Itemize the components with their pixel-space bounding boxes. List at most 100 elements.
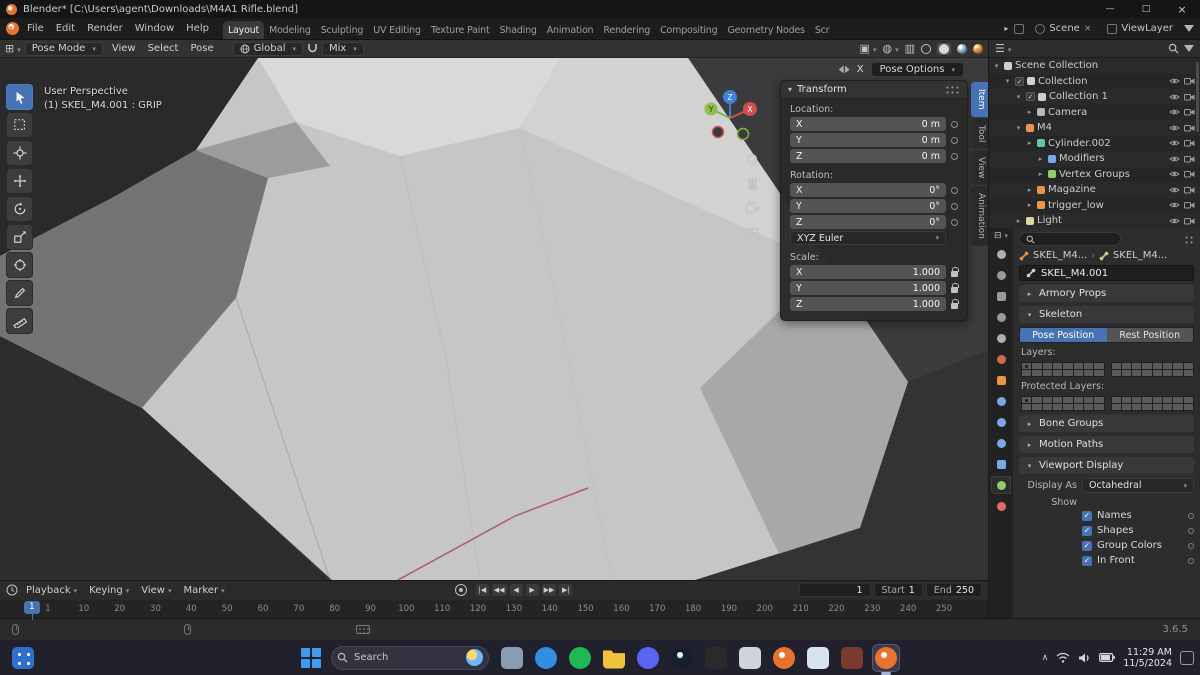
material[interactable] (992, 498, 1010, 514)
navigation-gizmo[interactable]: Z X Y (698, 86, 762, 150)
rotation-field[interactable]: X 0° (790, 183, 946, 197)
start-button[interactable] (301, 647, 321, 668)
modifiers[interactable] (992, 393, 1010, 409)
scene[interactable] (992, 330, 1010, 346)
rotation-mode-dropdown[interactable]: XYZ Euler (790, 231, 946, 245)
world[interactable] (992, 351, 1010, 367)
timeline-menu-item[interactable]: Keying (84, 584, 134, 597)
animate-decorator-icon[interactable] (1188, 527, 1194, 534)
object[interactable] (992, 372, 1010, 388)
3d-viewport[interactable]: User Perspective (1) SKEL_M4.001 : GRIP (0, 58, 988, 580)
expand-icon[interactable]: ▸ (1036, 170, 1045, 178)
disable-in-renders-icon[interactable] (1184, 186, 1195, 194)
tray-chevron-up-icon[interactable]: ∧ (1042, 653, 1049, 663)
mirror-x-icon[interactable] (838, 65, 850, 74)
play-reverse-button[interactable]: ◀ (508, 583, 524, 598)
show-option-checkbox[interactable]: ✓ (1082, 555, 1092, 566)
gizmo-y-negative[interactable] (736, 127, 750, 141)
steam[interactable] (669, 645, 695, 671)
orientation-selector[interactable]: Global (232, 41, 304, 56)
location-field[interactable]: X 0 m (790, 117, 946, 131)
properties-options-icon[interactable] (1184, 234, 1194, 244)
render[interactable] (992, 267, 1010, 283)
close-button[interactable]: × (1164, 0, 1200, 18)
lock-icon[interactable] (951, 299, 959, 309)
scene-selector[interactable]: Scene × (1030, 22, 1096, 35)
hide-in-viewport-icon[interactable] (1169, 217, 1180, 225)
disable-in-renders-icon[interactable] (1184, 217, 1195, 225)
outliner-row[interactable]: ▸ ✓ Cylinder.002 (989, 136, 1200, 152)
expand-icon[interactable]: ▸ (1014, 217, 1023, 225)
protected-block-2[interactable] (1110, 396, 1194, 411)
notepad[interactable] (805, 645, 831, 671)
outliner-editor-type-icon[interactable]: ☰ (995, 43, 1011, 54)
overlays-icon[interactable]: ◍ (882, 43, 898, 54)
mode-selector[interactable]: Pose Mode (24, 41, 103, 56)
outliner-row[interactable]: ▸ ✓ Modifiers (989, 151, 1200, 167)
shading-material-icon[interactable] (957, 43, 967, 54)
rotation-field[interactable]: Z 0° (790, 215, 946, 229)
rest-position-button[interactable]: Rest Position (1106, 328, 1193, 342)
particles[interactable] (992, 414, 1010, 430)
workspace-tab[interactable]: Layout (222, 21, 265, 39)
workspace-tab[interactable]: Rendering (598, 21, 655, 39)
app-light[interactable] (737, 645, 763, 671)
workspace-tab[interactable]: UV Editing (368, 21, 426, 39)
disable-in-renders-icon[interactable] (1184, 124, 1195, 132)
disable-in-renders-icon[interactable] (1184, 77, 1195, 85)
auto-keying-button[interactable] (454, 584, 467, 597)
expand-icon[interactable]: ▸ (1025, 108, 1034, 116)
sidebar-tab[interactable]: Tool (971, 117, 988, 149)
animate-decorator-icon[interactable] (1188, 557, 1194, 564)
outliner-row[interactable]: ▾ ✓ Scene Collection (989, 58, 1200, 74)
viewport-menu-item[interactable]: Pose (185, 42, 218, 55)
expand-icon[interactable]: ▸ (1025, 139, 1034, 147)
blender-alt[interactable] (771, 645, 797, 671)
viewport-menu-item[interactable]: View (107, 42, 141, 55)
outliner-row[interactable]: ▸ ✓ Camera (989, 105, 1200, 121)
disable-in-renders-icon[interactable] (1184, 155, 1195, 163)
workspace-tab[interactable]: Sculpting (316, 21, 369, 39)
section-skeleton[interactable]: ▾ Skeleton (1019, 306, 1194, 323)
lock-icon[interactable] (951, 283, 959, 293)
hide-in-viewport-icon[interactable] (1169, 77, 1180, 85)
location-field[interactable]: Y 0 m (790, 133, 946, 147)
outliner-filter-icon[interactable] (1184, 45, 1194, 52)
properties-editor-type-icon[interactable]: ⊟ (994, 231, 1008, 241)
frame-start-field[interactable]: Start 1 (873, 583, 923, 598)
sidebar-tab[interactable]: View (971, 149, 988, 186)
timeline-menu-item[interactable]: Playback (21, 584, 82, 597)
menu-item[interactable]: Window (129, 21, 180, 36)
taskbar-search[interactable]: Search (331, 645, 489, 670)
workspace-tab[interactable]: Geometry Nodes (722, 21, 809, 39)
animate-decorator-icon[interactable] (951, 202, 958, 210)
rotation-field[interactable]: Y 0° (790, 199, 946, 213)
hide-in-viewport-icon[interactable] (1169, 170, 1180, 178)
sidebar-tab[interactable]: Item (971, 82, 988, 117)
outliner-row[interactable]: ▸ ✓ trigger_low (989, 198, 1200, 214)
pose-position-button[interactable]: Pose Position (1020, 328, 1107, 342)
scene-clear-icon[interactable]: × (1084, 24, 1092, 34)
timeline-editor-type-icon[interactable] (6, 584, 18, 596)
outliner-row[interactable]: ▾ ✓ Collection (989, 74, 1200, 90)
notification-icon[interactable] (1180, 650, 1194, 665)
folder[interactable] (601, 645, 627, 671)
layer-block-1[interactable] (1021, 362, 1105, 377)
animate-decorator-icon[interactable] (1188, 512, 1194, 519)
wifi-icon[interactable] (1056, 652, 1070, 664)
expand-icon[interactable]: ▸ (1025, 201, 1034, 209)
outliner-row[interactable]: ▾ ✓ M4 (989, 120, 1200, 136)
outliner-item-label[interactable]: M4 (1037, 122, 1052, 133)
protected-block-1[interactable] (1021, 396, 1105, 411)
measure-tool-button[interactable] (6, 308, 33, 334)
disable-in-renders-icon[interactable] (1184, 139, 1195, 147)
properties-search-input[interactable] (1019, 232, 1121, 246)
previous-keyframe-button[interactable]: ◀◀ (490, 583, 508, 598)
scale-field[interactable]: Y 1.000 (790, 281, 946, 295)
selectability-icon[interactable]: ▣ (860, 43, 877, 54)
workspace-tab[interactable]: Modeling (264, 21, 316, 39)
outliner-item-label[interactable]: Cylinder.002 (1048, 138, 1111, 149)
disable-in-renders-icon[interactable] (1184, 93, 1195, 101)
outliner-row[interactable]: ▾ ✓ Collection 1 (989, 89, 1200, 105)
panel-grip-icon[interactable] (945, 85, 960, 94)
